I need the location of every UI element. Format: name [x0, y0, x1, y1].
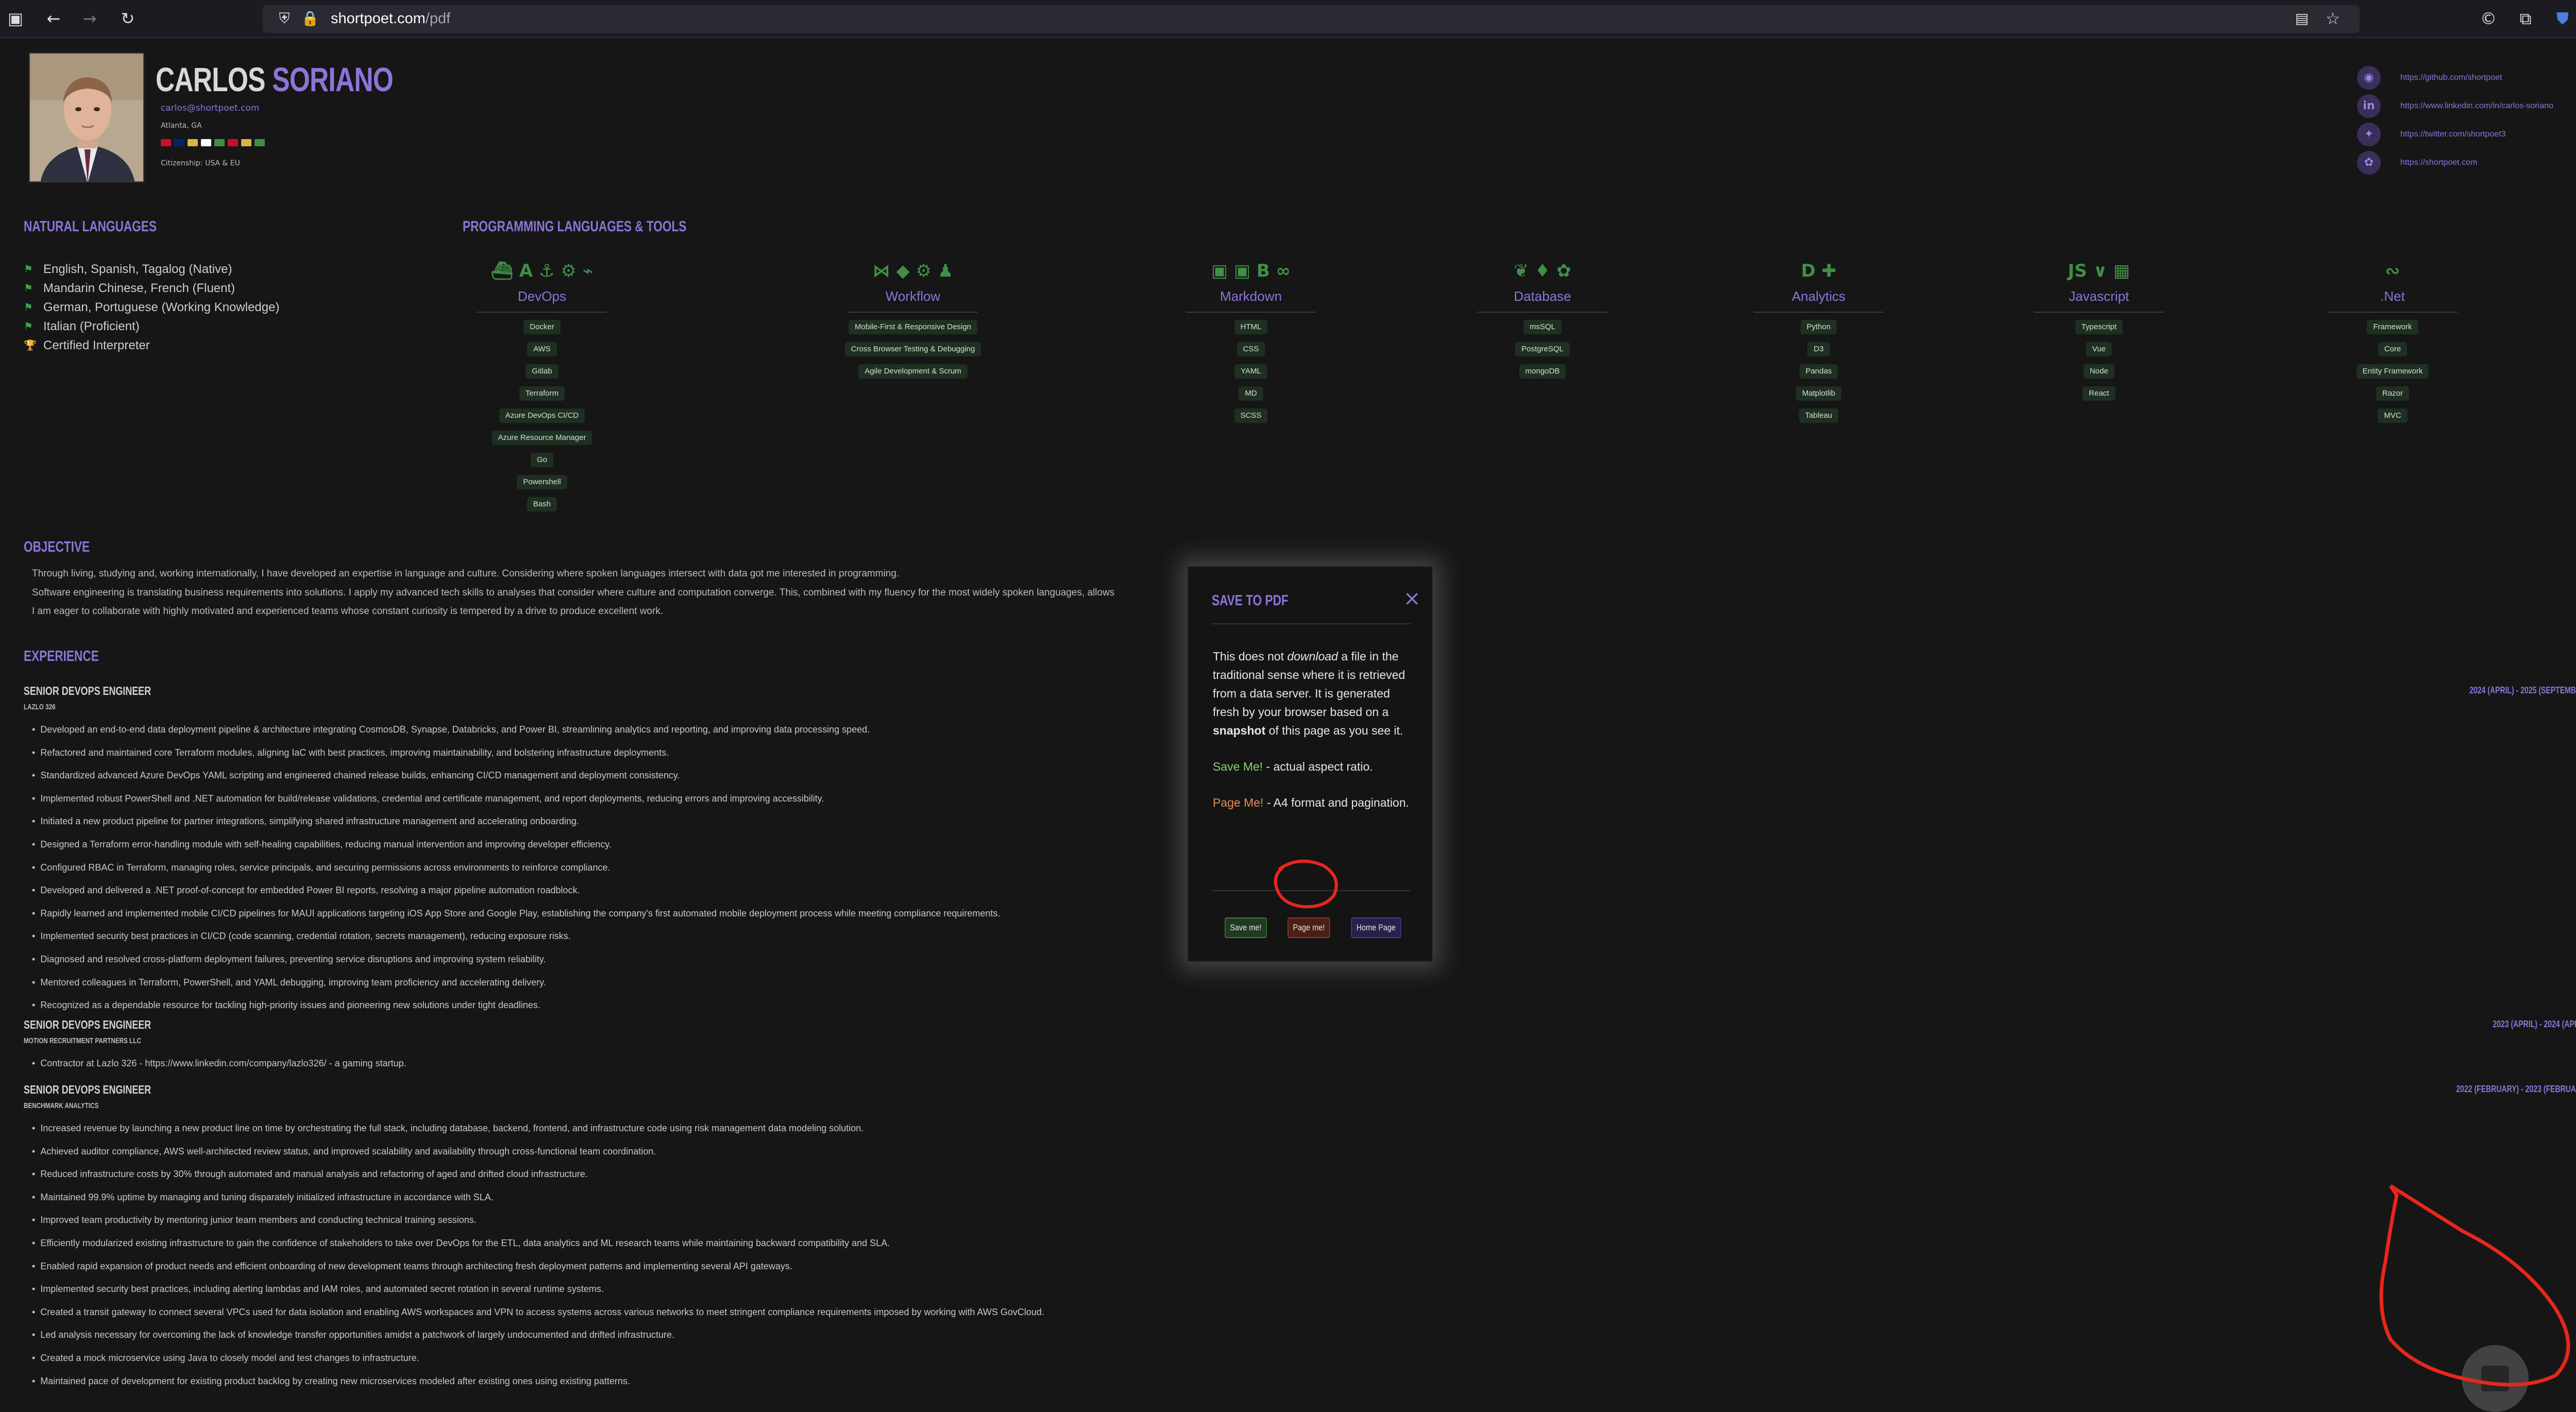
annotation-circle-page-button	[1274, 859, 1338, 909]
annotation-overlay	[1274, 859, 2570, 1387]
annotation-circle-fab	[2379, 1184, 2570, 1387]
